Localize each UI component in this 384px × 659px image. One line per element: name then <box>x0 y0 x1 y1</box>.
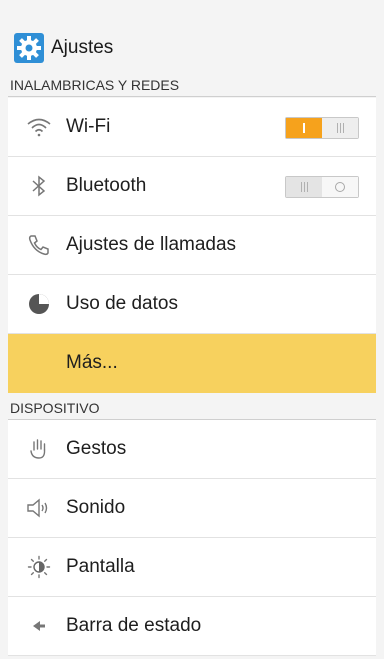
speaker-icon <box>26 495 52 521</box>
section-header-device: DISPOSITIVO <box>10 400 100 416</box>
page-title: Ajustes <box>51 36 114 58</box>
wireless-list: Wi-Fi Bluetooth Ajustes de llamadas Uso … <box>8 98 376 393</box>
display-label: Pantalla <box>66 556 135 577</box>
list-item-wifi[interactable]: Wi-Fi <box>8 98 376 157</box>
section-header-wireless: INALAMBRICAS Y REDES <box>10 77 180 93</box>
call-settings-label: Ajustes de llamadas <box>66 234 237 255</box>
toggle-on-half <box>286 118 322 138</box>
list-item-data-usage[interactable]: Uso de datos <box>8 275 376 334</box>
section-divider <box>8 96 376 97</box>
toggle-off-half <box>286 177 322 197</box>
gear-icon[interactable] <box>13 32 45 64</box>
toggle-ring-half <box>322 177 358 197</box>
list-item-more[interactable]: Más... <box>8 334 376 393</box>
brightness-icon <box>26 554 52 580</box>
status-bar-label: Barra de estado <box>66 615 202 636</box>
bluetooth-toggle[interactable] <box>285 176 359 198</box>
more-label: Más... <box>66 352 118 373</box>
list-item-call-settings[interactable]: Ajustes de llamadas <box>8 216 376 275</box>
bluetooth-label: Bluetooth <box>66 175 147 196</box>
wifi-icon <box>26 114 52 140</box>
list-item-sound[interactable]: Sonido <box>8 479 376 538</box>
hand-gesture-icon <box>26 436 52 462</box>
list-item-gestures[interactable]: Gestos <box>8 420 376 479</box>
data-usage-label: Uso de datos <box>66 293 178 314</box>
data-usage-icon <box>26 291 52 317</box>
action-bar: Ajustes <box>0 25 384 70</box>
phone-icon <box>26 232 52 258</box>
list-item-display[interactable]: Pantalla <box>8 538 376 597</box>
sound-label: Sonido <box>66 497 126 518</box>
wifi-toggle[interactable] <box>285 117 359 139</box>
list-item-status-bar[interactable]: Barra de estado <box>8 597 376 656</box>
device-list: Gestos Sonido Pantalla Barra de estado <box>8 420 376 656</box>
wifi-label: Wi-Fi <box>66 116 111 137</box>
bluetooth-icon <box>26 173 52 199</box>
gestures-label: Gestos <box>66 438 127 459</box>
list-item-bluetooth[interactable]: Bluetooth <box>8 157 376 216</box>
toggle-off-half <box>322 118 358 138</box>
settings-screen: Ajustes INALAMBRICAS Y REDES Wi-Fi Bluet… <box>0 0 384 659</box>
status-bar-icon <box>26 613 52 639</box>
